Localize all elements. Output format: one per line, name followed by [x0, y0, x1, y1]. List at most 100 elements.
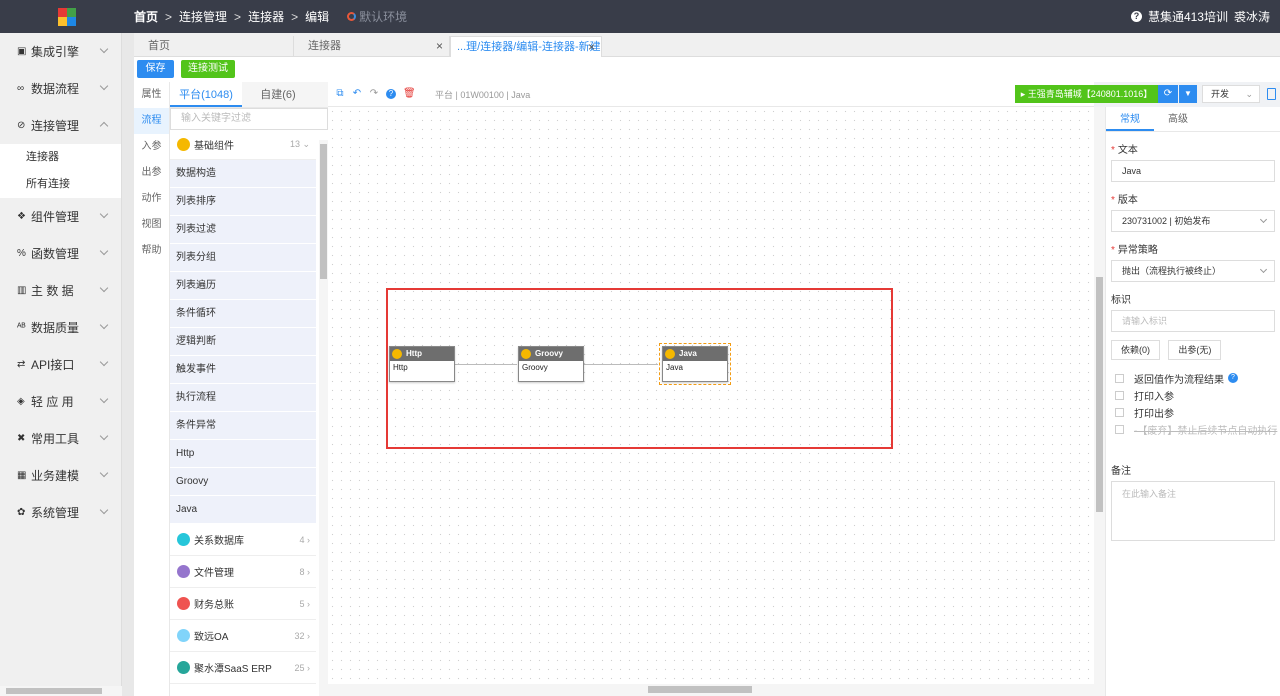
close-icon[interactable]: × — [436, 36, 443, 57]
palette-group-item[interactable]: 聚水潭SaaS ERP 25 › — [170, 652, 316, 684]
scrollbar-thumb[interactable] — [1096, 277, 1103, 512]
dependency-button[interactable]: 依赖(0) — [1111, 340, 1160, 360]
sidebar-item-connection[interactable]: ⊘ 连接管理 — [0, 107, 121, 144]
scrollbar-thumb[interactable] — [320, 144, 327, 279]
tab-edit-connector[interactable]: ...理/连接器/编辑-连接器-新建 × — [450, 36, 602, 57]
node-icon — [392, 349, 402, 359]
sidebar-item-api[interactable]: ⇄ API接口 — [0, 346, 121, 383]
palette-group-item[interactable]: 关系数据库 4 › — [170, 524, 316, 556]
sidebar-scrollbar[interactable] — [0, 686, 122, 696]
palette-group-item[interactable]: 致远OA 32 › — [170, 620, 316, 652]
redo-icon[interactable]: ↷ — [369, 89, 379, 99]
palette-component-item[interactable]: 执行流程 — [170, 384, 316, 412]
sidebar-item-system[interactable]: ✿ 系统管理 — [0, 494, 121, 531]
breadcrumb-item[interactable]: 连接器 — [248, 8, 284, 25]
delete-icon[interactable]: 🗑 — [403, 89, 416, 99]
sidebar-item-function[interactable]: % 函数管理 — [0, 235, 121, 272]
help-icon[interactable]: ? — [386, 89, 396, 99]
user-org[interactable]: 慧集通413培训 — [1148, 8, 1228, 25]
version-select[interactable]: 230731002 | 初始发布 — [1111, 210, 1275, 232]
user-name[interactable]: 裘冰涛 — [1234, 8, 1270, 25]
refresh-icon[interactable]: ⟳ — [1158, 85, 1178, 103]
sidebar-item-masterdata[interactable]: ▥ 主 数 据 — [0, 272, 121, 309]
vtab-view[interactable]: 视图 — [134, 212, 169, 238]
sidebar-item-component[interactable]: ❖ 组件管理 — [0, 198, 121, 235]
tab-platform[interactable]: 平台(1048) — [170, 82, 242, 107]
checkbox-print-input[interactable]: 打印入参 — [1115, 388, 1280, 403]
remark-textarea[interactable]: 在此输入备注 — [1111, 481, 1275, 541]
flow-edge[interactable] — [455, 364, 517, 365]
vtab-help[interactable]: 帮助 — [134, 238, 169, 264]
tab-custom[interactable]: 自建(6) — [242, 82, 314, 107]
vtab-input[interactable]: 入参 — [134, 134, 169, 160]
scrollbar-thumb[interactable] — [648, 686, 752, 693]
text-input[interactable]: Java — [1111, 160, 1275, 182]
sidebar-item-lightapp[interactable]: ◈ 轻 应 用 — [0, 383, 121, 420]
sidebar-item-dataflow[interactable]: ∞ 数据流程 — [0, 70, 121, 107]
vtab-output[interactable]: 出参 — [134, 160, 169, 186]
top-bar: 首页 > 连接管理 > 连接器 > 编辑 默认环境 ? 慧集通413培训 裘冰涛 — [0, 0, 1280, 33]
tab-connector[interactable]: 连接器 × — [294, 36, 450, 57]
tab-home[interactable]: 首页 — [134, 36, 294, 57]
palette-component-item[interactable]: 触发事件 — [170, 356, 316, 384]
vtab-attributes[interactable]: 属性 — [134, 82, 169, 108]
palette-component-item[interactable]: 条件循环 — [170, 300, 316, 328]
palette-component-item[interactable]: 列表排序 — [170, 188, 316, 216]
output-params-button[interactable]: 出参(无) — [1168, 340, 1222, 360]
group-base-components[interactable]: 基础组件 13 ⌄ — [170, 130, 316, 160]
flow-node-groovy[interactable]: Groovy Groovy — [518, 346, 584, 382]
run-button[interactable]: ▸ 王强青岛辅城【240801.1016】 — [1015, 85, 1158, 103]
flow-edge[interactable] — [584, 364, 658, 365]
palette-group-item[interactable]: 财务总账 5 › — [170, 588, 316, 620]
sidebar-item-tools[interactable]: ✖ 常用工具 — [0, 420, 121, 457]
tag-input[interactable]: 请输入标识 — [1111, 310, 1275, 332]
undo-icon[interactable]: ↶ — [352, 89, 362, 99]
tab-general[interactable]: 常规 — [1106, 107, 1154, 131]
document-icon[interactable] — [1267, 88, 1276, 100]
palette-component-item[interactable]: 逻辑判断 — [170, 328, 316, 356]
palette-component-item[interactable]: Http — [170, 440, 316, 468]
sidebar-collapse-bar[interactable] — [122, 33, 134, 696]
canvas-vertical-scrollbar[interactable] — [1094, 107, 1105, 696]
sidebar-subitem-connector[interactable]: 连接器 — [0, 144, 121, 171]
palette-group-item[interactable]: 文件管理 8 › — [170, 556, 316, 588]
palette-component-item[interactable]: Java — [170, 496, 316, 524]
vtab-flow[interactable]: 流程 — [134, 108, 169, 134]
flow-node-http[interactable]: Http Http — [389, 346, 455, 382]
palette-component-item[interactable]: 条件异常 — [170, 412, 316, 440]
app-logo[interactable] — [0, 0, 134, 33]
exception-select[interactable]: 抛出（流程执行被终止） — [1111, 260, 1275, 282]
palette-component-item[interactable]: 列表分组 — [170, 244, 316, 272]
canvas-horizontal-scrollbar[interactable] — [328, 684, 1094, 696]
flow-canvas[interactable]: Http Http Groovy Groovy Java Java — [328, 107, 1094, 696]
help-icon[interactable]: ? — [1228, 373, 1238, 383]
tab-advanced[interactable]: 高级 — [1154, 107, 1202, 131]
sidebar-item-quality[interactable]: ᴬᴮ 数据质量 — [0, 309, 121, 346]
chevron-down-icon — [99, 320, 109, 330]
help-icon[interactable]: ? — [1130, 11, 1142, 22]
palette-scrollbar[interactable] — [319, 140, 328, 696]
sidebar-subitem-all-connections[interactable]: 所有连接 — [0, 171, 121, 198]
palette-component-item[interactable]: 列表过滤 — [170, 216, 316, 244]
vtab-action[interactable]: 动作 — [134, 186, 169, 212]
checkbox-print-output[interactable]: 打印出参 — [1115, 405, 1280, 420]
palette-component-item[interactable]: 列表遍历 — [170, 272, 316, 300]
flow-node-java[interactable]: Java Java — [659, 343, 731, 385]
scrollbar-thumb[interactable] — [6, 688, 102, 694]
palette-component-item[interactable]: 数据构造 — [170, 160, 316, 188]
environment-select[interactable]: 开发 ⌄ — [1202, 85, 1260, 103]
checkbox-return-as-result[interactable]: 返回值作为流程结果? — [1115, 371, 1280, 386]
chevron-down-icon[interactable]: ▼ — [1179, 85, 1197, 103]
palette-search-input[interactable]: 输入关键字过滤 — [170, 108, 328, 130]
environment-indicator[interactable]: 默认环境 — [347, 8, 407, 25]
sidebar-item-modeling[interactable]: ▦ 业务建模 — [0, 457, 121, 494]
save-button[interactable]: 保存 — [137, 60, 174, 78]
sidebar-item-engine[interactable]: ▣ 集成引擎 — [0, 33, 121, 70]
close-icon[interactable]: × — [588, 37, 595, 58]
chevron-down-icon — [99, 431, 109, 441]
palette-component-item[interactable]: Groovy — [170, 468, 316, 496]
copy-icon[interactable]: ⧉ — [335, 89, 345, 99]
breadcrumb-item[interactable]: 连接管理 — [179, 8, 227, 25]
connection-test-button[interactable]: 连接测试 — [181, 60, 235, 78]
breadcrumb-home[interactable]: 首页 — [134, 8, 158, 25]
